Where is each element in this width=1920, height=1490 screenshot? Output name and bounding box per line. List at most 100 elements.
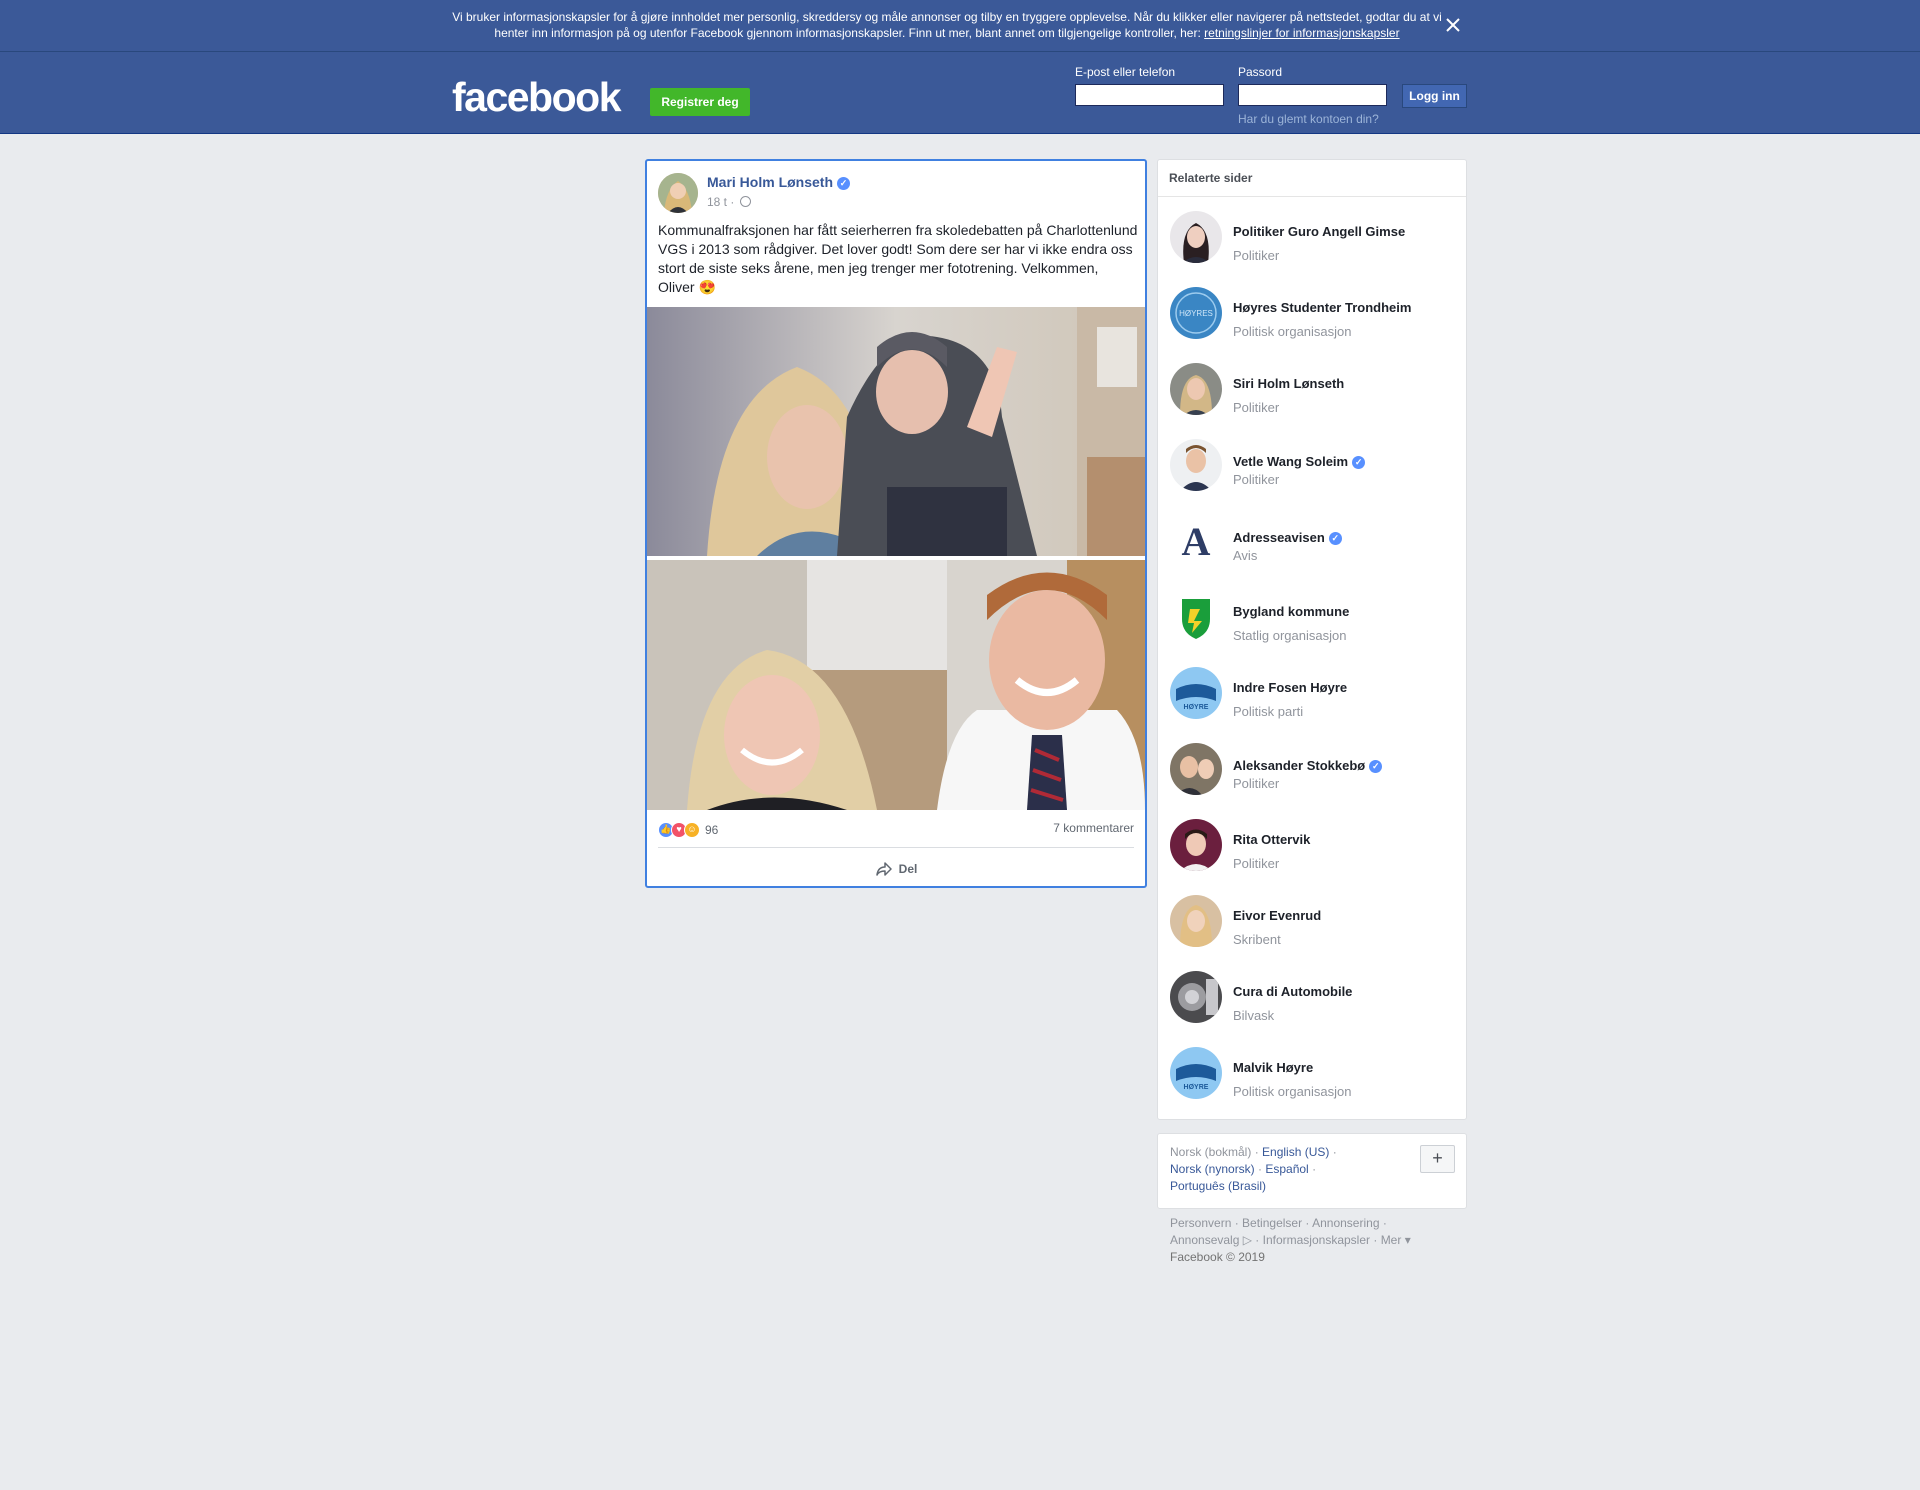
email-field[interactable]: [1075, 84, 1224, 106]
language-list: Norsk (bokmål) · English (US) · Norsk (n…: [1170, 1145, 1337, 1193]
footer-link-advertising[interactable]: Annonsering: [1312, 1216, 1379, 1230]
current-language: Norsk (bokmål): [1170, 1145, 1252, 1159]
verified-badge-icon: ✓: [1328, 532, 1342, 545]
language-link-english[interactable]: English (US): [1262, 1145, 1329, 1159]
related-page-item[interactable]: Rita Ottervik Politiker: [1158, 811, 1466, 873]
footer-link-ad-choices[interactable]: Annonsevalg: [1170, 1233, 1239, 1247]
footer-link-privacy[interactable]: Personvern: [1170, 1216, 1231, 1230]
page-avatar: [1170, 743, 1222, 795]
language-selector: Norsk (bokmål) · English (US) · Norsk (n…: [1157, 1133, 1467, 1209]
related-divider: [1158, 196, 1466, 197]
post-divider: [658, 847, 1134, 848]
page-avatar: A: [1170, 515, 1222, 567]
haha-icon: ☺: [684, 822, 700, 838]
cookie-banner-text: Vi bruker informasjonskapsler for å gjør…: [452, 9, 1442, 41]
close-icon[interactable]: [1442, 14, 1464, 36]
facebook-logo[interactable]: facebook: [452, 74, 622, 121]
page-category: Politisk parti: [1233, 704, 1304, 719]
more-languages-button[interactable]: +: [1420, 1145, 1455, 1173]
page-name: Adresseavisen ✓: [1233, 530, 1342, 545]
share-button[interactable]: Del: [647, 851, 1145, 886]
related-page-item[interactable]: HØYRE Indre Fosen Høyre Politisk parti: [1158, 659, 1466, 721]
related-page-item[interactable]: Bygland kommune Statlig organisasjon: [1158, 583, 1466, 645]
page-avatar: [1170, 439, 1222, 491]
page-name: Aleksander Stokkebø ✓: [1233, 758, 1383, 773]
footer-link-more[interactable]: Mer: [1381, 1233, 1402, 1247]
svg-text:HØYRE: HØYRE: [1184, 704, 1209, 711]
page-category: Politiker: [1233, 776, 1280, 791]
page-name: Eivor Evenrud: [1233, 908, 1322, 923]
post-timestamp[interactable]: 18 t: [707, 195, 727, 209]
page-name: Politiker Guro Angell Gimse: [1233, 224, 1406, 239]
related-page-item[interactable]: A Adresseavisen ✓ Avis: [1158, 507, 1466, 569]
verified-badge-icon: ✓: [1369, 760, 1383, 773]
page-category: Bilvask: [1233, 1008, 1275, 1023]
page-category: Statlig organisasjon: [1233, 628, 1347, 643]
verified-badge-icon: ✓: [837, 177, 851, 190]
page-name-text: Adresseavisen: [1233, 530, 1325, 545]
page-category: Politiker: [1233, 400, 1280, 415]
footer-link-terms[interactable]: Betingelser: [1242, 1216, 1302, 1230]
page-name: Vetle Wang Soleim ✓: [1233, 454, 1366, 469]
page-category: Politiker: [1233, 856, 1280, 871]
page-avatar: HØYRES: [1170, 287, 1222, 339]
page-name: Bygland kommune: [1233, 604, 1350, 619]
author-avatar[interactable]: [658, 173, 698, 213]
post-card: Mari Holm Lønseth ✓ 18 t · Kommunalfraksj…: [645, 159, 1147, 888]
cookie-banner: Vi bruker informasjonskapsler for å gjør…: [0, 0, 1920, 52]
related-page-item[interactable]: Siri Holm Lønseth Politiker: [1158, 355, 1466, 417]
password-label: Passord: [1238, 65, 1283, 79]
page-avatar: [1170, 819, 1222, 871]
page-category: Politiker: [1233, 472, 1280, 487]
page-name: Rita Ottervik: [1233, 832, 1311, 847]
page-name: Siri Holm Lønseth: [1233, 376, 1345, 391]
page-category: Politisk organisasjon: [1233, 324, 1352, 339]
related-page-item[interactable]: Politiker Guro Angell Gimse Politiker: [1158, 203, 1466, 265]
footer-link-cookies[interactable]: Informasjonskapsler: [1263, 1233, 1370, 1247]
page-category: Politisk organisasjon: [1233, 1084, 1352, 1099]
language-link-nynorsk[interactable]: Norsk (nynorsk): [1170, 1162, 1255, 1176]
related-page-item[interactable]: Aleksander Stokkebø ✓ Politiker: [1158, 735, 1466, 797]
reaction-summary[interactable]: 👍 ♥ ☺ 96: [658, 821, 718, 839]
related-page-item[interactable]: HØYRE Malvik Høyre Politisk organisasjon: [1158, 1039, 1466, 1101]
register-button[interactable]: Registrer deg: [650, 88, 750, 116]
related-page-item[interactable]: Cura di Automobile Bilvask: [1158, 963, 1466, 1025]
related-page-item[interactable]: Eivor Evenrud Skribent: [1158, 887, 1466, 949]
share-label: Del: [898, 862, 918, 876]
cookie-policy-link[interactable]: retningslinjer for informasjonskapsler: [1204, 26, 1399, 40]
page-name: Malvik Høyre: [1233, 1060, 1314, 1075]
page-name: Indre Fosen Høyre: [1233, 680, 1348, 695]
verified-badge-icon: ✓: [1352, 456, 1366, 469]
post-photo-1[interactable]: [647, 307, 1145, 556]
page-name-text: Aleksander Stokkebø: [1233, 758, 1366, 773]
globe-icon: [739, 196, 751, 207]
page-avatar: HØYRE: [1170, 1047, 1222, 1099]
password-field[interactable]: [1238, 84, 1387, 106]
email-label: E-post eller telefon: [1075, 65, 1176, 79]
copyright: Facebook © 2019: [1170, 1250, 1265, 1264]
page-avatar: HØYRE: [1170, 667, 1222, 719]
language-link-spanish[interactable]: Español: [1265, 1162, 1308, 1176]
page-name: Cura di Automobile: [1233, 984, 1353, 999]
comments-count-link[interactable]: 7 kommentarer: [1053, 821, 1134, 835]
post-text: Kommunalfraksjonen har fått seierherren …: [658, 222, 1138, 295]
page-category: Skribent: [1233, 932, 1281, 947]
forgot-account-link[interactable]: Har du glemt kontoen din?: [1238, 112, 1379, 126]
post-photo-2[interactable]: [647, 560, 1145, 810]
post-meta: 18 t ·: [707, 195, 751, 209]
reaction-count: 96: [705, 823, 719, 837]
language-link-portuguese[interactable]: Português (Brasil): [1170, 1179, 1266, 1193]
post-author-text: Mari Holm Lønseth: [707, 174, 834, 190]
page-category: Avis: [1233, 548, 1258, 563]
page-avatar: [1170, 971, 1222, 1023]
page-avatar: [1170, 363, 1222, 415]
post-author-name[interactable]: Mari Holm Lønseth ✓: [707, 174, 851, 190]
svg-text:A: A: [1182, 519, 1211, 564]
related-page-item[interactable]: HØYRES Høyres Studenter Trondheim Politi…: [1158, 279, 1466, 341]
login-button[interactable]: Logg inn: [1402, 84, 1467, 108]
top-header: facebook Registrer deg E-post eller tele…: [0, 52, 1920, 134]
svg-text:HØYRE: HØYRE: [1184, 1084, 1209, 1091]
footer: Personvern · Betingelser · Annonsering ·…: [1170, 1216, 1411, 1264]
related-page-item[interactable]: Vetle Wang Soleim ✓ Politiker: [1158, 431, 1466, 493]
related-pages-title: Relaterte sider: [1169, 171, 1253, 185]
